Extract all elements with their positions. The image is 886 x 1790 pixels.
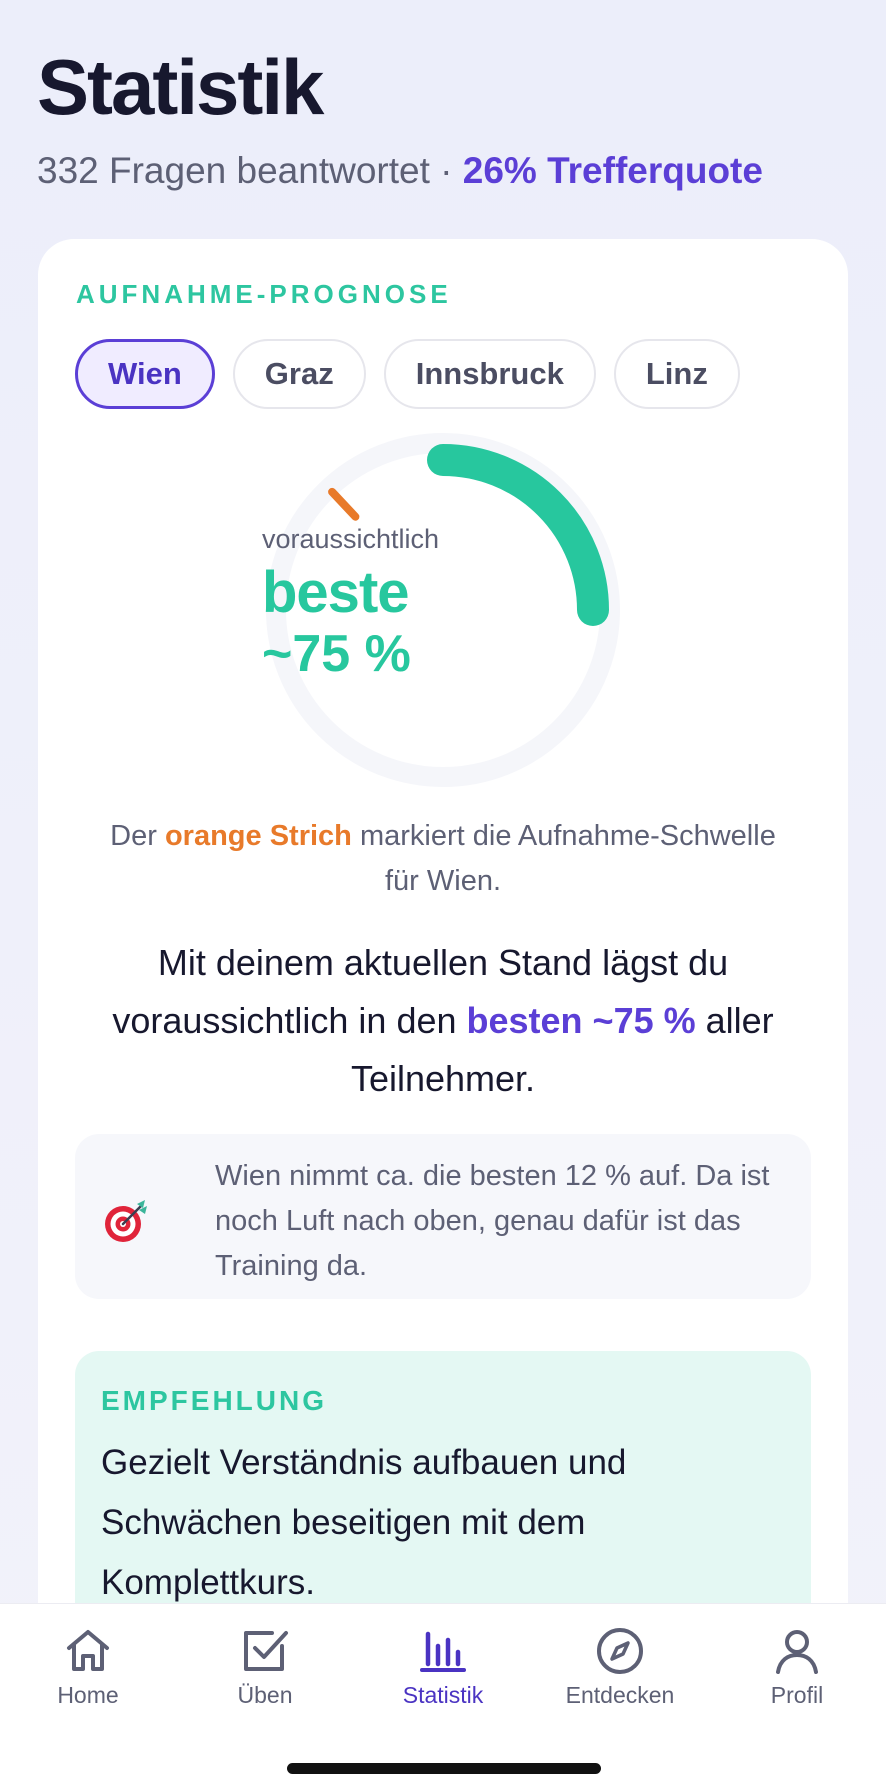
home-indicator [287,1763,601,1774]
target-dart-icon [105,1200,147,1242]
page-subtitle: 332 Fragen beantwortet · 26% Trefferquot… [37,150,763,192]
chip-innsbruck[interactable]: Innsbruck [383,339,596,409]
tab-statistik[interactable]: Statistik [368,1624,518,1709]
checkbox-icon [244,1631,288,1671]
info-text: Wien nimmt ca. die besten 12 % auf. Da i… [215,1160,770,1282]
page-title: Statistik [37,43,324,131]
tab-entdecken-label: Entdecken [565,1682,675,1708]
answered-count: 332 Fragen beantwortet · [37,150,463,191]
statistics-screen: Statistik 332 Fragen beantwortet · 26% T… [0,0,886,1790]
tab-home-label: Home [57,1682,119,1708]
tab-ueben[interactable]: Üben [190,1624,340,1709]
recommendation-box[interactable]: EMPFEHLUNG Gezielt Verständnis aufbauen … [75,1351,811,1639]
chip-linz[interactable]: Linz [613,339,740,409]
bar-chart-icon [420,1631,466,1672]
bottom-tab-bar: Home Üben Statistik Entdecken Profil [0,1603,886,1790]
forecast-statement: Mit deinem aktuellen Stand lägst du vora… [68,934,818,1108]
statement-highlight: besten ~75 % [466,1000,696,1041]
home-icon [67,1630,109,1671]
note-highlight: orange Strich [164,820,352,852]
gauge-caption: voraussichtlich [262,524,440,554]
tab-ueben-label: Üben [237,1682,293,1708]
recommendation-text: Gezielt Verständnis aufbauen und Schwäch… [101,1443,627,1602]
forecast-card: AUFNAHME-PROGNOSE Wien Graz Innsbruck Li… [38,239,848,1639]
gauge-value-line2: ~75 % [262,625,411,683]
chip-graz[interactable]: Graz [232,339,366,409]
hit-rate: 26% Trefferquote [462,150,763,191]
user-icon [776,1630,818,1674]
section-label: AUFNAHME-PROGNOSE [76,279,452,309]
tab-profil-label: Profil [770,1682,824,1708]
tab-entdecken[interactable]: Entdecken [545,1624,695,1709]
tab-statistik-label: Statistik [402,1682,484,1708]
gauge-threshold-mark [328,487,360,521]
gauge-value-line1: beste [262,560,410,625]
tab-profil[interactable]: Profil [722,1624,872,1709]
note-suffix: markiert die Aufnahme-Schwelle für Wien. [351,820,776,897]
info-box: Wien nimmt ca. die besten 12 % auf. Da i… [75,1134,811,1299]
note-prefix: Der [110,820,165,852]
city-chips: Wien Graz Innsbruck Linz [75,339,740,409]
tab-home[interactable]: Home [13,1624,163,1709]
recommendation-label: EMPFEHLUNG [101,1385,327,1416]
threshold-note: Der orange Strich markiert die Aufnahme-… [98,814,788,904]
compass-icon [597,1628,643,1674]
forecast-gauge: voraussichtlich beste ~75 % [262,429,624,791]
chip-wien[interactable]: Wien [75,339,215,409]
